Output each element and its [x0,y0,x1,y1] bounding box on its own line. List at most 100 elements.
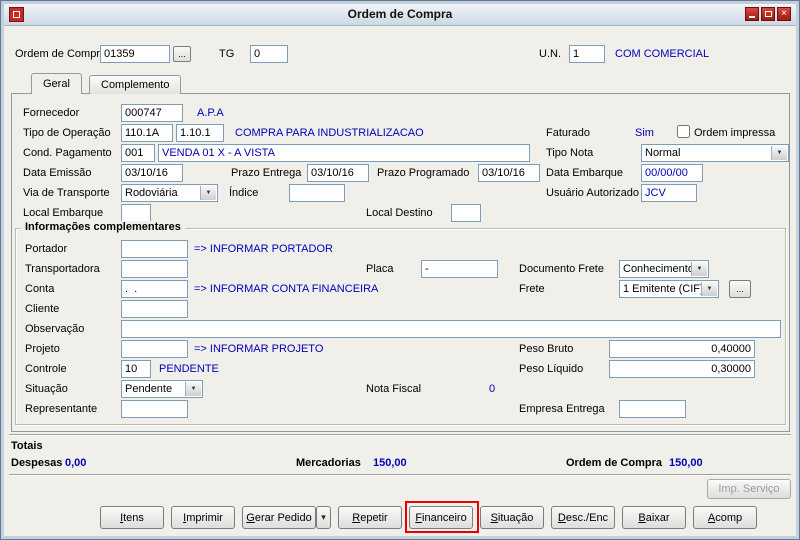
chevron-down-icon[interactable] [771,146,787,160]
data-embarque-input[interactable] [641,164,703,182]
local-embarque-label: Local Embarque [23,207,104,219]
prazo-entrega-input[interactable] [307,164,369,182]
frete-browse-button[interactable]: ... [729,280,751,298]
placa-input[interactable] [421,260,498,278]
usuario-autorizado-label: Usuário Autorizado [546,187,639,199]
imprimir-button[interactable]: Imprimir [171,506,235,529]
transportadora-label: Transportadora [25,263,100,275]
via-transporte-select[interactable]: Rodoviária [121,184,218,202]
placa-label: Placa [366,263,394,275]
portador-input[interactable] [121,240,188,258]
order-browse-button[interactable]: ... [173,46,191,62]
data-embarque-label: Data Embarque [546,167,624,179]
tipo-operacao-sub-input[interactable] [176,124,224,142]
frete-browse-label: ... [736,284,744,294]
gerar-pedido-button[interactable]: Gerar Pedido [242,506,316,529]
gerar-pedido-dropdown-icon[interactable] [316,506,331,529]
desc-enc-button[interactable]: Desc./Enc [551,506,615,529]
un-label: U.N. [539,48,561,60]
financeiro-button[interactable]: Financeiro [409,506,473,529]
local-destino-label: Local Destino [366,207,433,219]
peso-liquido-label: Peso Líquido [519,363,584,375]
nota-fiscal-value: 0 [489,383,496,395]
tipo-operacao-code-input[interactable] [121,124,173,142]
imp-servico-button[interactable]: Imp. Serviço [707,479,791,499]
frete-label: Frete [519,283,545,295]
frete-select[interactable]: 1 Emitente (CIF) [619,280,719,298]
minimize-icon[interactable] [745,7,759,21]
situacao-button[interactable]: Situação [480,506,544,529]
prazo-programado-input[interactable] [478,164,540,182]
peso-bruto-label: Peso Bruto [519,343,574,355]
documento-frete-select[interactable]: Conhecimento [619,260,709,278]
controle-label: Controle [25,363,67,375]
ordem-impressa-checkbox[interactable] [677,125,690,138]
fornecedor-input[interactable] [121,104,183,122]
divider [9,474,791,476]
conta-input[interactable] [121,280,188,298]
tipo-nota-value: Normal [645,147,681,159]
divider [9,434,791,436]
close-icon[interactable] [777,7,791,21]
order-browse-label: ... [178,49,186,59]
situacao-button-label: Situação [490,511,534,524]
tipo-nota-label: Tipo Nota [546,147,594,159]
un-input[interactable] [569,45,605,63]
tipo-nota-select[interactable]: Normal [641,144,789,162]
prazo-entrega-label: Prazo Entrega [231,167,302,179]
portador-hint: => INFORMAR PORTADOR [194,243,333,255]
itens-button[interactable]: Itens [100,506,164,529]
chevron-down-icon[interactable] [701,282,717,296]
order-number-label: Ordem de Compra [15,48,107,60]
titlebar: Ordem de Compra [2,2,798,26]
faturado-value: Sim [635,127,654,139]
observacao-input[interactable] [121,320,781,338]
chevron-down-icon[interactable] [200,186,216,200]
transportadora-input[interactable] [121,260,188,278]
peso-bruto-input[interactable] [609,340,755,358]
order-number-input[interactable] [100,45,170,63]
cond-pagamento-code-input[interactable] [121,144,155,162]
imprimir-label: Imprimir [183,511,223,524]
maximize-icon[interactable] [761,7,775,21]
documento-frete-value: Conhecimento [623,263,691,275]
peso-liquido-input[interactable] [609,360,755,378]
cond-pagamento-desc-input[interactable] [158,144,530,162]
chevron-down-icon[interactable] [691,262,707,276]
desc-enc-label: Desc./Enc [557,511,609,524]
tab-complemento[interactable]: Complemento [89,75,182,94]
despesas-value: 0,00 [65,457,87,469]
situacao-value: Pendente [125,383,173,395]
tg-input[interactable] [250,45,288,63]
baixar-button[interactable]: Baixar [622,506,686,529]
cliente-input[interactable] [121,300,188,318]
representante-input[interactable] [121,400,188,418]
tipo-operacao-desc: COMPRA PARA INDUSTRIALIZACAO [235,127,424,139]
informacoes-complementares-title: Informações complementares [21,221,185,233]
usuario-autorizado-input[interactable] [641,184,697,202]
chevron-down-icon[interactable] [185,382,201,396]
projeto-input[interactable] [121,340,188,358]
controle-status: PENDENTE [159,363,219,375]
faturado-label: Faturado [546,127,591,139]
representante-label: Representante [25,403,98,415]
tab-geral[interactable]: Geral [31,73,82,94]
tab-geral-label: Geral [43,78,70,90]
repetir-button[interactable]: Repetir [338,506,402,529]
indice-input[interactable] [289,184,345,202]
situacao-select[interactable]: Pendente [121,380,203,398]
local-destino-input[interactable] [451,204,481,222]
frete-value: 1 Emitente (CIF) [623,283,701,295]
conta-hint: => INFORMAR CONTA FINANCEIRA [194,283,379,295]
data-emissao-input[interactable] [121,164,183,182]
observacao-label: Observação [25,323,85,335]
mercadorias-label: Mercadorias [296,457,361,469]
window-title: Ordem de Compra [347,7,453,21]
acomp-button[interactable]: Acomp [693,506,757,529]
local-embarque-input[interactable] [121,204,151,222]
empresa-entrega-input[interactable] [619,400,686,418]
via-transporte-value: Rodoviária [125,187,178,199]
controle-input[interactable] [121,360,151,378]
empresa-entrega-label: Empresa Entrega [519,403,605,415]
financeiro-label: Financeiro [415,511,467,524]
